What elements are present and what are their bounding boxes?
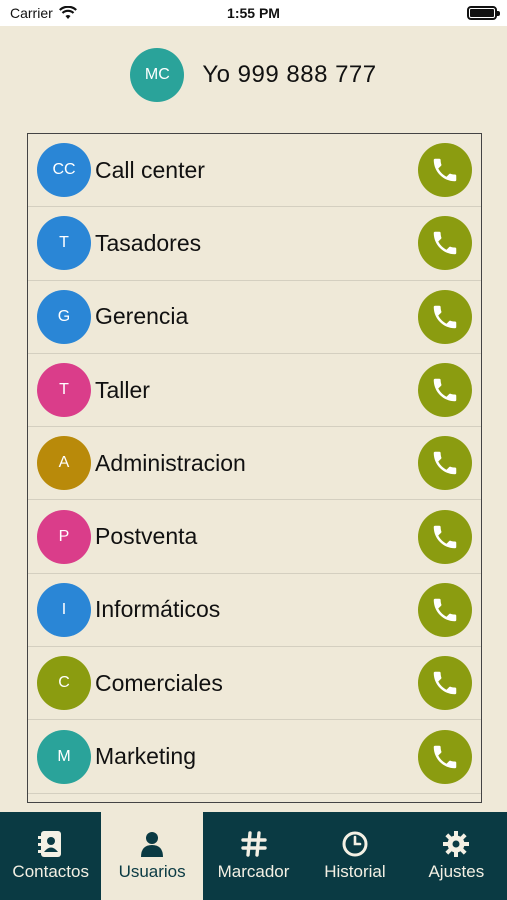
contact-name: Marketing bbox=[95, 743, 196, 770]
call-button[interactable] bbox=[418, 363, 472, 418]
gear-icon bbox=[443, 830, 470, 858]
phone-icon bbox=[433, 745, 457, 768]
tab-label: Usuarios bbox=[118, 862, 186, 881]
call-button[interactable] bbox=[418, 289, 472, 344]
contact-avatar: I bbox=[37, 582, 91, 637]
phone-icon bbox=[433, 525, 457, 548]
contact-name: Tasadores bbox=[95, 229, 202, 256]
call-button[interactable] bbox=[418, 143, 472, 198]
status-left: Carrier bbox=[10, 5, 77, 21]
contact-avatar: G bbox=[37, 289, 91, 344]
tab-historial[interactable]: Historial bbox=[304, 812, 405, 900]
list-item[interactable]: A Administracion bbox=[28, 427, 481, 501]
list-item[interactable]: I Informáticos bbox=[28, 574, 481, 648]
phone-icon bbox=[433, 158, 457, 182]
status-bar: Carrier 1:55 PM bbox=[0, 0, 507, 26]
tab-bar: Contactos Usuarios Marcador Historial Ajuste… bbox=[0, 812, 507, 900]
contact-avatar: A bbox=[37, 436, 91, 491]
user-avatar: MC bbox=[130, 48, 185, 102]
call-button[interactable] bbox=[418, 509, 472, 564]
list-item[interactable]: M Marketing bbox=[28, 720, 481, 794]
battery-icon bbox=[467, 6, 500, 20]
carrier-label: Carrier bbox=[10, 5, 53, 21]
contacts-icon bbox=[37, 830, 64, 858]
tab-marcador[interactable]: Marcador bbox=[203, 812, 304, 900]
call-button[interactable] bbox=[418, 582, 472, 637]
list-item[interactable] bbox=[28, 794, 481, 802]
list-item[interactable]: P Postventa bbox=[28, 500, 481, 574]
contact-name: Comerciales bbox=[95, 669, 223, 696]
contact-avatar: T bbox=[37, 363, 91, 418]
list-item[interactable]: T Tasadores bbox=[28, 207, 481, 281]
current-user-header: MC Yo 999 888 777 bbox=[0, 48, 507, 102]
phone-icon bbox=[433, 305, 457, 328]
clock-icon bbox=[342, 830, 368, 858]
contact-name: Administracion bbox=[95, 449, 246, 476]
phone-icon bbox=[433, 232, 457, 255]
wifi-icon bbox=[58, 6, 77, 19]
phone-icon bbox=[433, 378, 457, 402]
call-button[interactable] bbox=[418, 729, 472, 784]
list-item[interactable]: CC Call center bbox=[28, 134, 481, 208]
call-button[interactable] bbox=[418, 656, 472, 711]
phone-icon bbox=[433, 598, 457, 622]
list-item[interactable]: C Comerciales bbox=[28, 647, 481, 721]
user-title: Yo 999 888 777 bbox=[202, 61, 377, 88]
contact-name: Informáticos bbox=[95, 596, 221, 623]
users-list[interactable]: CC Call center T Tasadores G Gerencia T Taller A… bbox=[27, 133, 482, 803]
tab-label: Ajustes bbox=[428, 862, 485, 881]
contact-name: Taller bbox=[95, 376, 150, 403]
user-icon bbox=[140, 830, 164, 858]
tab-label: Historial bbox=[324, 862, 386, 881]
contact-name: Postventa bbox=[95, 523, 198, 550]
hash-icon bbox=[240, 830, 267, 858]
phone-icon bbox=[433, 452, 457, 475]
tab-usuarios[interactable]: Usuarios bbox=[101, 812, 203, 900]
contact-avatar: C bbox=[37, 656, 91, 711]
tab-ajustes[interactable]: Ajustes bbox=[406, 812, 507, 900]
tab-label: Contactos bbox=[12, 862, 89, 881]
contact-avatar: T bbox=[37, 216, 91, 271]
contact-name: Call center bbox=[95, 156, 205, 183]
call-button[interactable] bbox=[418, 216, 472, 271]
list-item[interactable]: G Gerencia bbox=[28, 281, 481, 354]
tab-label: Marcador bbox=[217, 862, 290, 881]
contact-avatar: P bbox=[37, 509, 91, 564]
call-button[interactable] bbox=[418, 436, 472, 491]
contact-avatar: M bbox=[37, 729, 91, 784]
phone-icon bbox=[433, 671, 457, 695]
tab-contactos[interactable]: Contactos bbox=[0, 812, 101, 900]
contact-name: Gerencia bbox=[95, 303, 189, 330]
contact-avatar: CC bbox=[37, 143, 91, 198]
list-item[interactable]: T Taller bbox=[28, 354, 481, 428]
